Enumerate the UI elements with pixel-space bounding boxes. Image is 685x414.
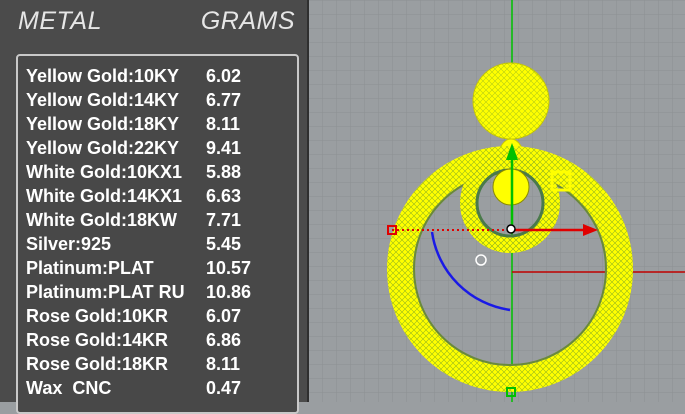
- metal-name: Silver:925: [26, 234, 112, 254]
- metal-name: Rose Gold:18KR: [26, 354, 169, 374]
- bail-sphere-mesh: [473, 63, 549, 139]
- metal-name: Rose Gold:10KR: [26, 306, 169, 326]
- list-item: Yellow Gold:22KY 9.41: [18, 136, 297, 160]
- metal-weight-panel: METAL GRAMS Yellow Gold:10KY 6.02 Yellow …: [0, 0, 309, 414]
- list-item: Yellow Gold:14KY 6.77: [18, 88, 297, 112]
- metal-name: Wax CNC: [26, 378, 112, 398]
- list-item: Yellow Gold:10KY 6.02: [18, 64, 297, 88]
- panel-header: METAL GRAMS: [0, 7, 307, 37]
- list-item: Yellow Gold:18KY 8.11: [18, 112, 297, 136]
- list-item: White Gold:10KX1 5.88: [18, 160, 297, 184]
- list-item: Rose Gold:10KR 6.07: [18, 304, 297, 328]
- metal-name: Yellow Gold:10KY: [26, 66, 180, 86]
- list-item: Wax CNC 0.47: [18, 376, 297, 400]
- metal-name: White Gold:18KW: [26, 210, 177, 230]
- metal-grams: 0.47: [206, 378, 242, 398]
- metal-grams: 7.71: [206, 210, 242, 230]
- metal-grams: 6.77: [206, 90, 242, 110]
- metal-grams: 10.57: [206, 258, 252, 278]
- metal-grams: 6.07: [206, 306, 242, 326]
- metal-grams: 9.41: [206, 138, 242, 158]
- metal-grams: 6.02: [206, 66, 242, 86]
- metal-name: White Gold:14KX1: [26, 186, 183, 206]
- metal-name: Platinum:PLAT RU: [26, 282, 185, 302]
- metal-list: Yellow Gold:10KY 6.02 Yellow Gold:14KY 6.7…: [16, 54, 299, 414]
- header-grams: GRAMS: [200, 7, 295, 35]
- metal-grams: 8.11: [206, 114, 241, 134]
- metal-grams: 10.86: [206, 282, 252, 302]
- metal-name: Yellow Gold:22KY: [26, 138, 180, 158]
- metal-grams: 5.88: [206, 162, 242, 182]
- metal-name: Rose Gold:14KR: [26, 330, 169, 350]
- list-item: Platinum:PLAT 10.57: [18, 256, 297, 280]
- metal-name: White Gold:10KX1: [26, 162, 183, 182]
- metal-grams: 5.45: [206, 234, 242, 254]
- metal-name: Yellow Gold:18KY: [26, 114, 180, 134]
- list-item: Rose Gold:18KR 8.11: [18, 352, 297, 376]
- pivot-point-icon[interactable]: [506, 224, 516, 234]
- header-metal: METAL: [18, 7, 102, 35]
- metal-grams: 6.86: [206, 330, 242, 350]
- list-item: White Gold:18KW 7.71: [18, 208, 297, 232]
- list-item: Silver:925 5.45: [18, 232, 297, 256]
- list-item: Platinum:PLAT RU 10.86: [18, 280, 297, 304]
- list-item: Rose Gold:14KR 6.86: [18, 328, 297, 352]
- metal-grams: 8.11: [206, 354, 241, 374]
- metal-grams: 6.63: [206, 186, 242, 206]
- list-item: White Gold:14KX1 6.63: [18, 184, 297, 208]
- metal-name: Platinum:PLAT: [26, 258, 154, 278]
- metal-name: Yellow Gold:14KY: [26, 90, 180, 110]
